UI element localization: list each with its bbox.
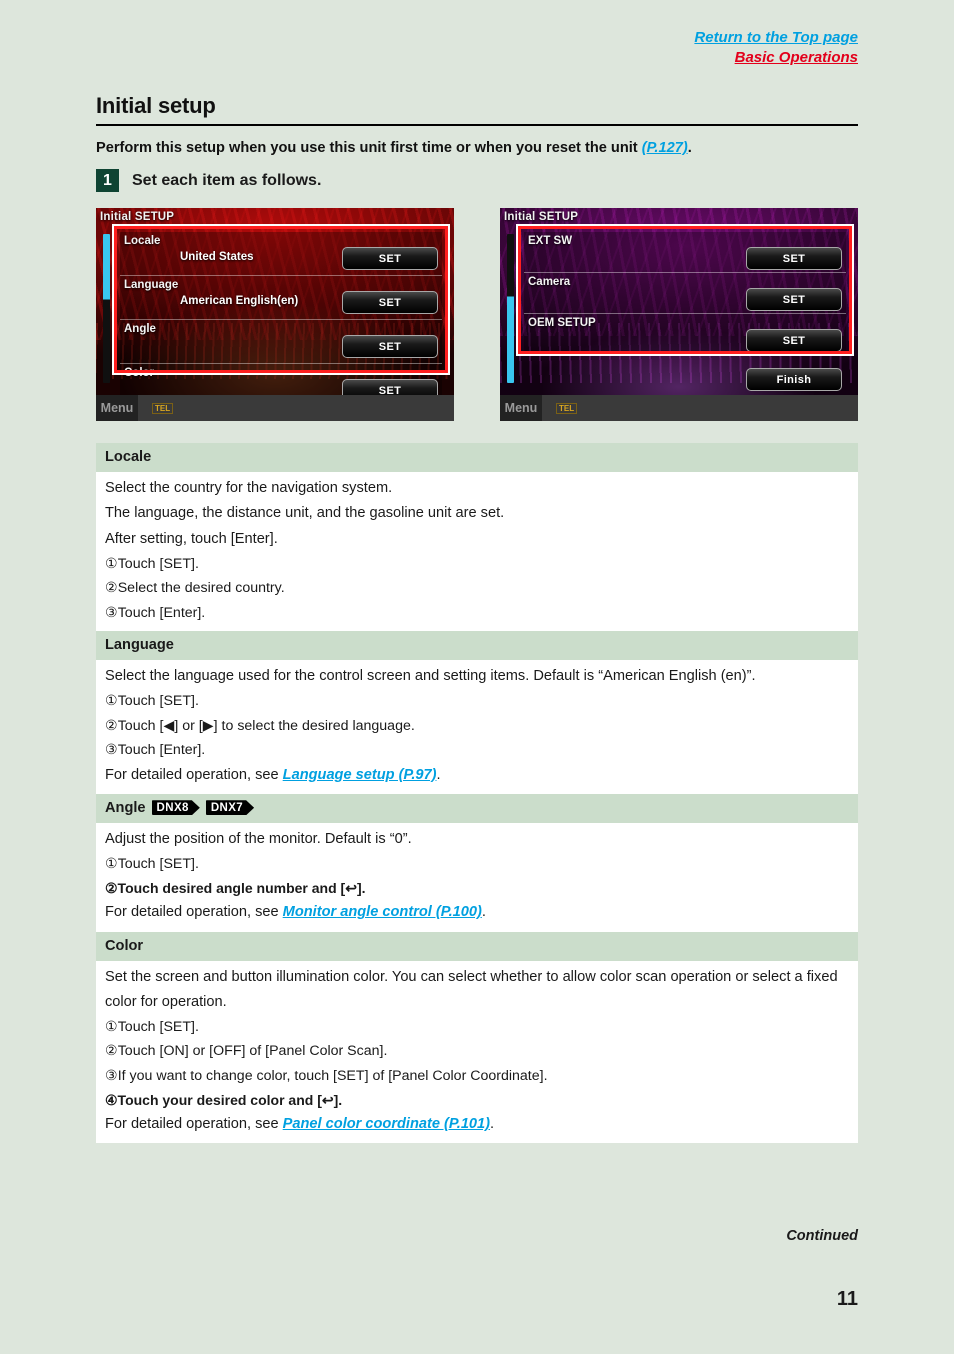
page-number: 11: [836, 1288, 858, 1310]
reference-suffix: .: [481, 904, 486, 921]
section-heading-angle: Angle DNX8 DNX7: [96, 793, 858, 823]
page-title: Initial setup: [96, 93, 216, 118]
reference-suffix: .: [490, 1116, 495, 1133]
body-line: The language, the distance unit, and the…: [105, 505, 505, 522]
setting-row-ext-sw[interactable]: EXT SW SET: [524, 232, 846, 274]
section-heading-locale: Locale: [96, 443, 858, 473]
screenshot-row: Initial SETUP Locale United States SET L…: [96, 208, 858, 422]
body-line-step: ③Touch [Enter].: [105, 742, 206, 759]
language-setup-link[interactable]: Language setup (P.97): [283, 767, 437, 783]
screen-title-right: Initial SETUP: [504, 211, 579, 224]
setting-row-oem-setup[interactable]: OEM SETUP SET: [524, 314, 846, 356]
body-line-step: ②Select the desired country.: [105, 580, 285, 597]
setting-row-locale[interactable]: Locale United States SET: [120, 232, 442, 277]
body-line-step: ③Touch [Enter].: [105, 604, 206, 621]
body-line-step: ③If you want to change color, touch [SET…: [105, 1067, 548, 1084]
setting-row-camera[interactable]: Camera SET: [524, 273, 846, 315]
setting-label: Locale: [124, 235, 161, 248]
set-button-ext-sw[interactable]: SET: [746, 247, 842, 271]
set-button-angle[interactable]: SET: [342, 335, 438, 359]
section-body-language: Select the language used for the control…: [96, 660, 858, 794]
body-line: Set the screen and button illumination c…: [105, 968, 838, 1010]
continued-label: Continued: [786, 1228, 858, 1244]
device-screenshot-left: Initial SETUP Locale United States SET L…: [96, 208, 454, 422]
finish-button[interactable]: Finish: [746, 368, 842, 392]
body-reference-line: For detailed operation, see Panel color …: [105, 1112, 849, 1137]
setting-label: Angle: [124, 323, 156, 336]
section-heading-label: Angle: [105, 799, 146, 816]
model-badge-dnx8: DNX8: [152, 800, 200, 815]
setting-value: United States: [180, 251, 254, 264]
setting-row-language[interactable]: Language American English(en) SET: [120, 276, 442, 321]
setting-value: American English(en): [180, 295, 299, 308]
body-line: Select the language used for the control…: [105, 668, 756, 685]
body-line-step: ②Touch desired angle number and [↩].: [105, 880, 366, 897]
body-line-step: ②Touch [ON] or [OFF] of [Panel Color Sca…: [105, 1043, 388, 1060]
device-taskbar-right: Menu TEL: [500, 395, 858, 422]
body-line: Adjust the position of the monitor. Defa…: [105, 830, 412, 847]
section-heading-color: Color: [96, 931, 858, 961]
body-reference-line: For detailed operation, see Language set…: [105, 763, 849, 788]
intro-text-end: .: [687, 140, 692, 156]
tel-indicator-right: TEL: [556, 402, 578, 414]
setting-label: Camera: [528, 276, 571, 289]
screen-title-left: Initial SETUP: [100, 211, 175, 224]
reference-suffix: .: [436, 766, 441, 783]
body-line-step: ①Touch [SET].: [105, 1018, 199, 1035]
body-line-step: ①Touch [SET].: [105, 555, 199, 572]
device-screenshot-right: Initial SETUP EXT SW SET Camera SET OEM …: [500, 208, 858, 422]
section-heading-label: Language: [105, 636, 174, 653]
menu-button-left[interactable]: Menu: [96, 395, 138, 422]
reference-prefix: For detailed operation, see: [105, 766, 283, 783]
set-button-language[interactable]: SET: [342, 291, 438, 315]
section-heading-language: Language: [96, 630, 858, 661]
model-badge-dnx7: DNX7: [206, 800, 254, 815]
section-heading-label: Locale: [105, 449, 152, 466]
page-content: Initial setup Perform this setup when yo…: [96, 0, 858, 1144]
reference-prefix: For detailed operation, see: [105, 904, 283, 921]
body-line-step: ①Touch [SET].: [105, 855, 199, 872]
tel-indicator-left: TEL: [152, 402, 174, 414]
illumination-bar-right: [507, 234, 514, 384]
setting-label: Color: [124, 367, 155, 380]
illumination-bar-left: [103, 234, 110, 384]
section-body-angle: Adjust the position of the monitor. Defa…: [96, 822, 858, 932]
settings-list-left: Locale United States SET Language Americ…: [120, 232, 442, 409]
body-line: After setting, touch [Enter].: [105, 530, 278, 547]
section-body-color: Set the screen and button illumination c…: [96, 960, 858, 1144]
setting-label: EXT SW: [528, 235, 573, 248]
device-taskbar-left: Menu TEL: [96, 395, 454, 422]
settings-list-right: EXT SW SET Camera SET OEM SETUP SET: [524, 232, 846, 356]
set-button-locale[interactable]: SET: [342, 247, 438, 271]
menu-button-right[interactable]: Menu: [500, 395, 542, 422]
body-line: Select the country for the navigation sy…: [105, 480, 393, 497]
section-heading-label: Color: [105, 937, 144, 954]
settings-description-table: Locale Select the country for the naviga…: [96, 443, 858, 1144]
intro-paragraph: Perform this setup when you use this uni…: [96, 138, 858, 159]
body-line-step: ②Touch [◀] or [▶] to select the desired …: [105, 717, 415, 734]
step-1: 1 Set each item as follows.: [96, 169, 858, 193]
set-button-camera[interactable]: SET: [746, 288, 842, 312]
setting-label: Language: [124, 279, 179, 292]
intro-text: Perform this setup when you use this uni…: [96, 140, 642, 156]
body-line-step: ④Touch your desired color and [↩].: [105, 1092, 343, 1109]
monitor-angle-control-link[interactable]: Monitor angle control (P.100): [283, 904, 482, 920]
step-label: Set each item as follows.: [132, 171, 322, 189]
set-button-oem-setup[interactable]: SET: [746, 329, 842, 353]
panel-color-coordinate-link[interactable]: Panel color coordinate (P.101): [283, 1116, 490, 1132]
body-reference-line: For detailed operation, see Monitor angl…: [105, 900, 849, 925]
reference-prefix: For detailed operation, see: [105, 1116, 283, 1133]
title-rule: [96, 124, 858, 126]
step-number-badge: 1: [96, 169, 119, 193]
section-body-locale: Select the country for the navigation sy…: [96, 472, 858, 631]
page-reference-link[interactable]: (P.127): [642, 140, 688, 156]
body-line-step: ①Touch [SET].: [105, 693, 199, 710]
setting-row-angle[interactable]: Angle SET: [120, 320, 442, 365]
setting-label: OEM SETUP: [528, 317, 596, 330]
